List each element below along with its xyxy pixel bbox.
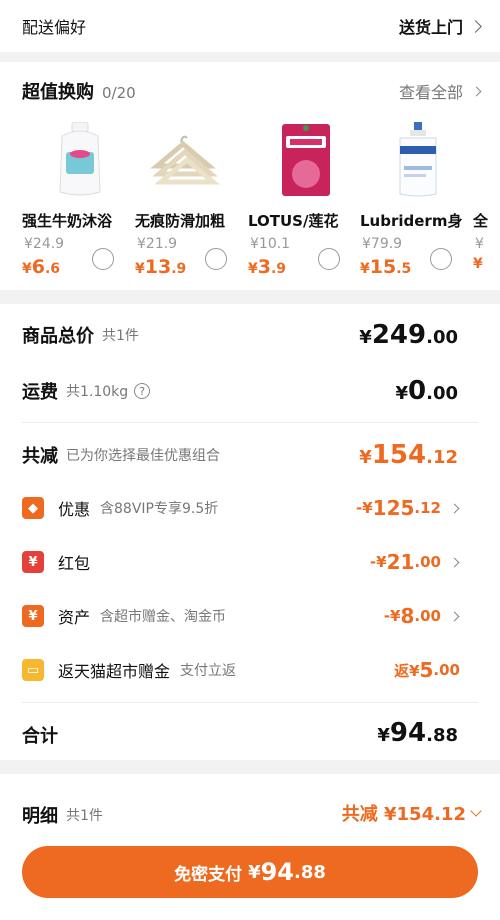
goods-total-amount: ¥249.00: [359, 320, 458, 350]
gift-icon: ▭: [22, 659, 44, 681]
discount-row-coupon[interactable]: ◆ 优惠 含88VIP专享9.5折 -¥ 125.12: [22, 496, 480, 520]
detail-reduction-text: 共减 ¥154.12: [341, 804, 466, 825]
product-select-radio[interactable]: [318, 248, 340, 270]
discount-amount: -¥ 8.00: [384, 604, 460, 628]
detail-count: 共1件: [66, 808, 103, 824]
divider: [22, 702, 478, 703]
product-original-price: ¥24.9: [24, 236, 65, 252]
product-swap-price: ¥15.5: [360, 256, 412, 278]
swap-product-item[interactable]: Lubriderm身 ¥79.9 ¥15.5: [360, 122, 472, 282]
detail-label: 明细: [22, 806, 58, 827]
discount-label: 返天猫超市赠金: [58, 662, 171, 681]
order-summary-card: 商品总价 共1件 ¥249.00 运费 共1.10kg ? ¥0.00 共减 已…: [0, 304, 500, 760]
product-image-msg-packet: [282, 124, 330, 196]
product-original-price: ¥10.1: [250, 236, 291, 252]
grand-total-label: 合计: [22, 726, 58, 747]
red-packet-icon: ¥: [22, 551, 44, 573]
product-image-baby-wash: [59, 122, 101, 196]
chevron-right-icon: [449, 503, 460, 513]
discount-row-assets[interactable]: ¥ 资产 含超市赠金、淘金币 -¥ 8.00: [22, 604, 480, 628]
swap-product-item[interactable]: 全 ¥ ¥: [473, 122, 500, 282]
product-select-radio[interactable]: [205, 248, 227, 270]
product-name: 强生牛奶沐浴: [22, 212, 113, 230]
shipping-label: 运费: [22, 382, 58, 403]
discount-note: 含88VIP专享9.5折: [100, 501, 219, 517]
reduction-amount: ¥154.12: [359, 440, 458, 470]
chevron-right-icon: [469, 19, 482, 33]
product-swap-price: ¥13.9: [135, 256, 187, 278]
product-original-price: ¥79.9: [362, 236, 403, 252]
swap-deals-header: 超值换购 0/20 查看全部: [22, 78, 482, 104]
discount-amount: -¥ 21.00: [370, 550, 460, 574]
shipping-amount: ¥0.00: [395, 376, 458, 406]
delivery-preference-value: 送货上门: [398, 18, 463, 37]
swap-product-item[interactable]: LOTUS/莲花 ¥10.1 ¥3.9: [248, 122, 360, 282]
discount-note: 含超市赠金、淘金币: [100, 609, 227, 625]
shipping-weight: 共1.10kg: [66, 384, 129, 400]
help-icon[interactable]: ?: [134, 383, 151, 399]
swap-product-list: 强生牛奶沐浴 ¥24.9 ¥6.6 无痕防滑加粗 ¥21.9 ¥13.9 LOT…: [0, 122, 500, 282]
discount-amount: -¥ 125.12: [356, 496, 460, 520]
product-name: 无痕防滑加粗: [135, 212, 226, 230]
product-name: 全: [473, 212, 489, 230]
product-name: LOTUS/莲花: [248, 212, 339, 230]
coupon-icon: ◆: [22, 497, 44, 519]
chevron-down-icon: [470, 805, 482, 817]
detail-reduction[interactable]: 共减 ¥154.12: [341, 800, 482, 826]
discount-amount: 返¥ 5.00: [394, 658, 460, 682]
grand-total-amount: ¥94.88: [377, 718, 458, 748]
delivery-preference-row[interactable]: 配送偏好 送货上门: [22, 14, 482, 38]
checkout-bar: 明细 共1件 共减 ¥154.12 免密支付 ¥ 94 .88: [0, 774, 500, 920]
product-original-price: ¥21.9: [137, 236, 178, 252]
swap-deals-count: 0/20: [102, 84, 136, 102]
product-swap-price: ¥: [473, 256, 483, 272]
discount-row-cashback: ▭ 返天猫超市赠金 支付立返 返¥ 5.00: [22, 658, 480, 682]
product-swap-price: ¥3.9: [248, 256, 287, 278]
reduction-note: 已为你选择最佳优惠组合: [66, 448, 220, 464]
pay-button-label: 免密支付: [174, 864, 243, 885]
discount-label: 资产: [58, 608, 91, 627]
swap-product-item[interactable]: 强生牛奶沐浴 ¥24.9 ¥6.6: [22, 122, 134, 282]
divider: [22, 422, 478, 423]
chevron-right-icon: [471, 86, 482, 96]
reduction-label: 共减: [22, 446, 58, 467]
discount-label: 红包: [58, 554, 91, 573]
assets-icon: ¥: [22, 605, 44, 627]
pay-button[interactable]: 免密支付 ¥ 94 .88: [22, 846, 478, 898]
view-all-label: 查看全部: [398, 83, 463, 102]
discount-note: 支付立返: [180, 663, 237, 679]
goods-total-label: 商品总价: [22, 326, 94, 347]
discount-row-red-packet[interactable]: ¥ 红包 -¥ 21.00: [22, 550, 480, 574]
delivery-preference-card: 配送偏好 送货上门: [0, 0, 500, 52]
chevron-right-icon: [449, 557, 460, 567]
swap-deals-title: 超值换购: [22, 82, 94, 103]
discount-label: 优惠: [58, 500, 91, 519]
view-all-link[interactable]: 查看全部: [398, 79, 482, 103]
pay-amount: 94: [260, 858, 295, 886]
swap-product-item[interactable]: 无痕防滑加粗 ¥21.9 ¥13.9: [135, 122, 247, 282]
product-select-radio[interactable]: [430, 248, 452, 270]
product-image-hangers: [150, 135, 220, 185]
product-select-radio[interactable]: [92, 248, 114, 270]
product-original-price: ¥: [475, 236, 484, 252]
product-swap-price: ¥6.6: [22, 256, 61, 278]
product-name: Lubriderm身: [360, 212, 463, 230]
delivery-preference-label: 配送偏好: [22, 18, 87, 37]
goods-total-count: 共1件: [102, 328, 139, 344]
product-image-lotion: [399, 122, 437, 197]
chevron-right-icon: [449, 611, 460, 621]
